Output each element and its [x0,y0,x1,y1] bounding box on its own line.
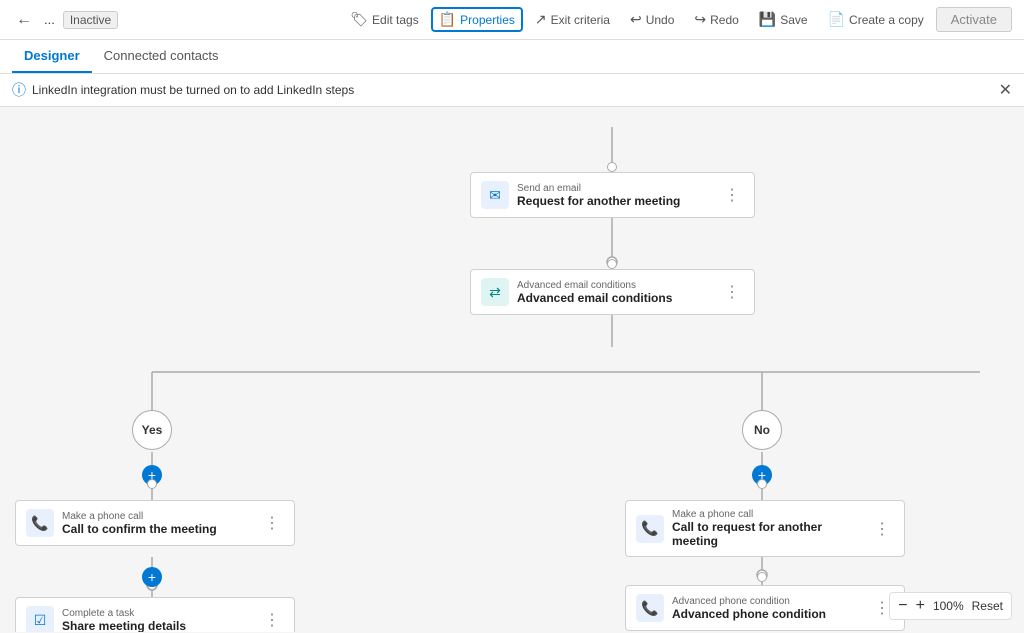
right-phone-content: Make a phone call Call to request for an… [672,509,862,548]
zoom-out-button[interactable]: − [898,597,907,615]
reset-zoom-button[interactable]: Reset [972,599,1003,613]
properties-icon: 📋 [439,11,456,28]
phone-condition-type: Advanced phone condition [672,596,862,607]
left-phone-name: Call to confirm the meeting [62,522,252,536]
tabs: Designer Connected contacts [0,40,1024,74]
tag-icon: 🏷 [350,11,368,28]
properties-button[interactable]: 📋 Properties [431,7,523,32]
send-email-node[interactable]: ✉ Send an email Request for another meet… [470,172,755,218]
email-condition-menu[interactable]: ⋮ [720,280,744,304]
redo-button[interactable]: ↪ Redo [686,7,746,32]
task-node[interactable]: ☑ Complete a task Share meeting details … [15,597,295,632]
close-banner-button[interactable]: ✕ [999,80,1012,100]
zoom-in-button[interactable]: + [916,597,925,615]
task-name: Share meeting details [62,619,252,633]
phone-condition-name: Advanced phone condition [672,607,862,621]
email-condition-type: Advanced email conditions [517,280,712,291]
send-email-menu[interactable]: ⋮ [720,183,744,207]
email-icon: ✉ [481,181,509,209]
topbar-left: ← ... Inactive [12,7,118,33]
edit-tags-button[interactable]: 🏷 Edit tags [342,7,426,32]
zoom-level: 100% [933,599,964,613]
no-branch: No [742,410,782,450]
exit-criteria-button[interactable]: ↗ Exit criteria [527,7,618,32]
undo-icon: ↩ [630,11,642,28]
create-copy-button[interactable]: 📄 Create a copy [820,7,932,32]
left-plus-button-2[interactable]: + [142,567,162,587]
email-condition-content: Advanced email conditions Advanced email… [517,280,712,305]
save-button[interactable]: 💾 Save [751,7,816,32]
right-phone-name: Call to request for another meeting [672,520,862,548]
phone-right-icon: 📞 [636,515,664,543]
redo-icon: ↪ [694,11,706,28]
mid-circle-1 [607,259,617,269]
topbar-actions: 🏷 Edit tags 📋 Properties ↗ Exit criteria… [342,7,1012,32]
banner-text: LinkedIn integration must be turned on t… [32,83,354,97]
right-phone-call-node[interactable]: 📞 Make a phone call Call to request for … [625,500,905,557]
topbar: ← ... Inactive 🏷 Edit tags 📋 Properties … [0,0,1024,40]
phone-condition-icon: 📞 [636,594,664,622]
left-phone-content: Make a phone call Call to confirm the me… [62,511,252,536]
top-circle [607,162,617,172]
back-button[interactable]: ← [12,7,36,33]
left-phone-call-node[interactable]: 📞 Make a phone call Call to confirm the … [15,500,295,546]
undo-button[interactable]: ↩ Undo [622,7,682,32]
zoom-controls: − + 100% Reset [889,592,1012,620]
left-phone-type: Make a phone call [62,511,252,522]
tab-connected-contacts[interactable]: Connected contacts [92,40,231,73]
info-banner: ⓘ LinkedIn integration must be turned on… [0,74,1024,107]
task-menu[interactable]: ⋮ [260,608,284,632]
left-phone-menu[interactable]: ⋮ [260,511,284,535]
send-email-type: Send an email [517,183,712,194]
activate-button[interactable]: Activate [936,7,1012,32]
condition-icon: ⇄ [481,278,509,306]
yes-branch: Yes [132,410,172,450]
task-icon: ☑ [26,606,54,632]
email-condition-node[interactable]: ⇄ Advanced email conditions Advanced ema… [470,269,755,315]
task-type: Complete a task [62,608,252,619]
phone-condition-content: Advanced phone condition Advanced phone … [672,596,862,621]
status-badge: Inactive [63,11,118,29]
phone-left-icon: 📞 [26,509,54,537]
canvas: ✉ Send an email Request for another meet… [0,107,1024,632]
right-phone-menu[interactable]: ⋮ [870,517,894,541]
phone-condition-node[interactable]: 📞 Advanced phone condition Advanced phon… [625,585,905,631]
left-circle [147,479,157,489]
right-circle [757,479,767,489]
copy-icon: 📄 [828,11,845,28]
email-condition-name: Advanced email conditions [517,291,712,305]
exit-criteria-icon: ↗ [535,11,547,28]
right-phone-type: Make a phone call [672,509,862,520]
task-content: Complete a task Share meeting details [62,608,252,633]
save-icon: 💾 [759,11,776,28]
tab-designer[interactable]: Designer [12,40,92,73]
info-icon: ⓘ [12,80,26,100]
app-name: ... [44,12,55,27]
send-email-content: Send an email Request for another meetin… [517,183,712,208]
send-email-name: Request for another meeting [517,194,712,208]
right-circle-2 [757,572,767,582]
